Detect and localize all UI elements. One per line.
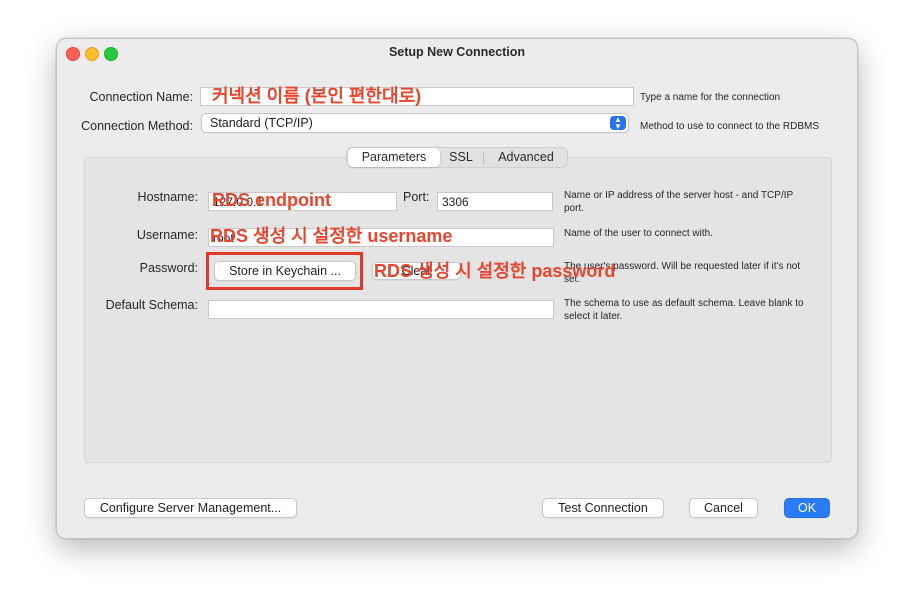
- port-label: Port:: [403, 190, 430, 204]
- connection-method-value: Standard (TCP/IP): [210, 116, 313, 130]
- port-input[interactable]: 3306: [437, 192, 553, 211]
- hostname-label: Hostname:: [137, 190, 198, 204]
- chevron-updown-icon: ▲ ▼: [610, 116, 626, 131]
- default-schema-input[interactable]: [208, 300, 554, 319]
- annotation-username: RDS 생성 시 설정한 username: [210, 226, 453, 246]
- connection-method-hint: Method to use to connect to the RDBMS: [640, 121, 819, 132]
- test-connection-button[interactable]: Test Connection: [542, 498, 664, 518]
- tab-ssl[interactable]: SSL: [441, 148, 481, 167]
- default-schema-label: Default Schema:: [105, 298, 198, 312]
- ok-button[interactable]: OK: [784, 498, 830, 518]
- window-title: Setup New Connection: [388, 45, 526, 59]
- annotation-hostname: RDS endpoint: [212, 190, 331, 210]
- tab-parameters[interactable]: Parameters: [348, 148, 440, 167]
- connection-method-label: Connection Method:: [81, 119, 193, 133]
- tab-divider: [483, 152, 484, 164]
- connection-tabs: Parameters SSL Advanced: [346, 147, 568, 168]
- configure-server-management-button[interactable]: Configure Server Management...: [84, 498, 297, 518]
- annotation-store-keychain-highlight: [206, 252, 363, 290]
- hostname-hint: Name or IP address of the server host - …: [564, 190, 793, 214]
- annotation-password: RDS 생성 시 설정한 password: [374, 261, 616, 281]
- username-label: Username:: [136, 228, 198, 242]
- setup-connection-window: Setup New Connection Connection Name: Ty…: [56, 38, 858, 539]
- default-schema-hint: The schema to use as default schema. Lea…: [564, 298, 804, 322]
- title-bar: Setup New Connection: [57, 39, 857, 65]
- connection-name-hint: Type a name for the connection: [640, 92, 781, 103]
- annotation-connection-name: 커넥션 이름 (본인 편한대로): [212, 86, 422, 106]
- connection-method-select[interactable]: Standard (TCP/IP) ▲ ▼: [201, 113, 629, 133]
- connection-name-label: Connection Name:: [89, 90, 193, 104]
- password-label: Password:: [139, 261, 198, 275]
- cancel-button[interactable]: Cancel: [689, 498, 758, 518]
- tab-advanced[interactable]: Advanced: [485, 148, 567, 167]
- parameters-panel: Hostname: 127.0.0.1 Port: 3306 Name or I…: [84, 157, 832, 463]
- username-hint: Name of the user to connect with.: [564, 228, 713, 239]
